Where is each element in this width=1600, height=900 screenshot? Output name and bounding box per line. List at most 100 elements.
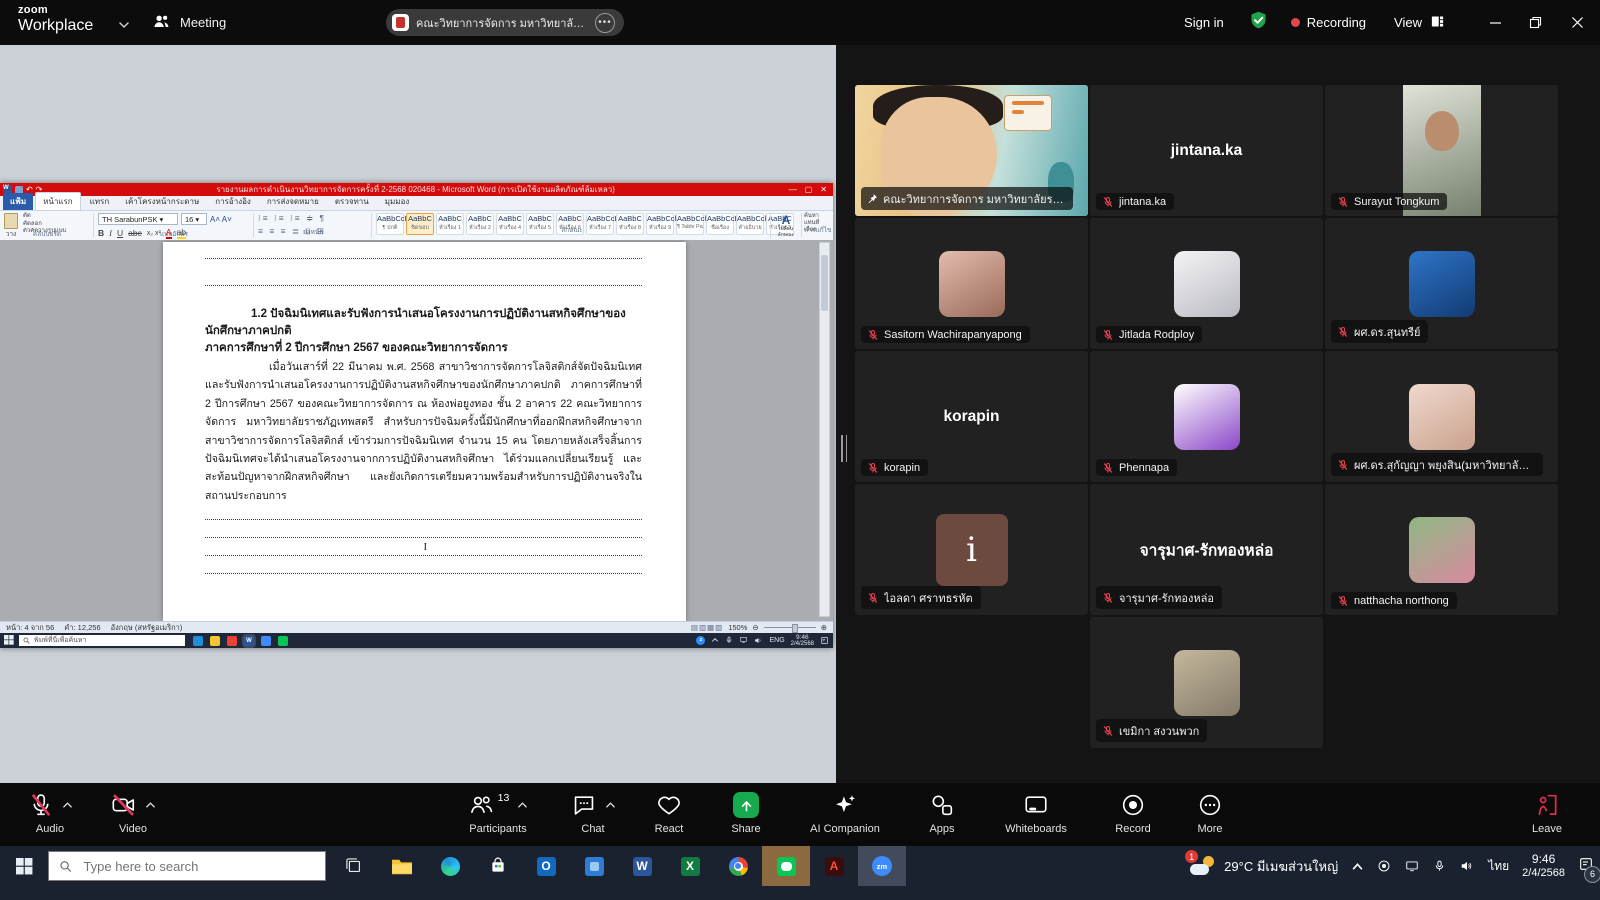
find-button[interactable]: ค้นหา (804, 213, 832, 220)
font-name-select[interactable]: TH SarabunPSK▾ (98, 213, 178, 225)
chat-chevron-up-icon[interactable] (605, 801, 616, 809)
word-tab-6[interactable]: ตรวจทาน (328, 193, 376, 210)
shared-tray-zoom-icon[interactable]: z (696, 636, 705, 645)
logo-chevron-down-icon[interactable] (118, 16, 130, 34)
view-mode-buttons[interactable]: ▤▥▦▧ (691, 623, 723, 632)
participants-chevron-up-icon[interactable] (517, 801, 528, 809)
replace-button[interactable]: แทนที่ (804, 220, 832, 227)
toolbar-ai-button[interactable]: AI Companion (796, 790, 894, 835)
tray-chevron-up-icon[interactable] (1351, 862, 1364, 871)
participant-tile-khemika[interactable]: เขมิกา สงวนพวก (1090, 617, 1323, 748)
toolbar-record-button[interactable]: Record (1104, 790, 1162, 835)
taskbar-app-edge[interactable] (426, 846, 474, 886)
participant-tile-korapin[interactable]: korapinkorapin (855, 351, 1088, 482)
tray-clock[interactable]: 9:46 2/4/2568 (1522, 852, 1565, 881)
shared-taskbar-app-chrome[interactable] (227, 636, 237, 646)
search-input[interactable] (81, 858, 315, 875)
shared-tray-display-icon[interactable] (739, 636, 748, 644)
weather-widget[interactable]: 1 29°C มีเมฆส่วนใหญ่ (1190, 855, 1338, 877)
taskbar-app-line[interactable] (762, 846, 810, 886)
taskbar-app-word[interactable]: W (618, 846, 666, 886)
meeting-title-tab[interactable]: คณะวิทยาการจัดการ มหาวิทยาลัยราชภั... ••… (386, 9, 624, 36)
tray-speaker-icon[interactable] (1459, 859, 1475, 873)
tray-language[interactable]: ไทย (1488, 857, 1509, 876)
zoom-slider[interactable] (764, 627, 816, 628)
shared-tray-speaker-icon[interactable] (754, 636, 763, 645)
taskbar-app-excel[interactable]: X (666, 846, 714, 886)
tray-record-icon[interactable] (1377, 859, 1391, 873)
taskbar-search-box[interactable] (48, 851, 326, 881)
zoom-in-button[interactable]: ⊕ (821, 623, 827, 632)
shared-taskbar-app-line[interactable] (278, 636, 288, 646)
audio-chevron-up-icon[interactable] (62, 801, 73, 809)
word-tab-3[interactable]: เค้าโครงหน้ากระดาษ (118, 193, 206, 210)
participant-tile-jintana[interactable]: jintana.kajintana.ka (1090, 85, 1323, 216)
recording-indicator[interactable]: Recording (1291, 15, 1366, 30)
shared-tray-notification-icon[interactable] (820, 636, 829, 645)
shared-tray-mic-icon[interactable] (725, 636, 733, 644)
participant-tile-host[interactable]: คณะวิทยาการจัดการ มหาวิทยาลัยราชภัฏ... (855, 85, 1088, 216)
tray-mic-icon[interactable] (1433, 859, 1446, 873)
participant-tile-surayut[interactable]: Surayut Tongkum (1325, 85, 1558, 216)
toolbar-whiteboards-button[interactable]: Whiteboards (990, 790, 1082, 835)
start-button[interactable] (0, 846, 48, 886)
toolbar-video-button[interactable]: Video (104, 790, 162, 835)
shared-search-box[interactable]: พิมพ์ที่นี่เพื่อค้นหา (19, 635, 185, 646)
toolbar-participants-button[interactable]: 13Participants (452, 790, 544, 835)
document-page[interactable]: 1.2 ปัจฉิมนิเทศและรับฟังการนำเสนอโครงงาน… (163, 242, 686, 621)
document-scrollbar[interactable] (819, 242, 830, 617)
word-tab-0[interactable]: แฟ้ม (3, 193, 33, 210)
status-language[interactable]: อังกฤษ (สหรัฐอเมริกา) (111, 622, 183, 634)
shared-taskbar-app-word[interactable]: W (244, 636, 254, 646)
participant-tile-sukanya[interactable]: ผศ.ดร.สุกัญญา พยุงสิน(มหาวิทยาลัยราชภ... (1325, 351, 1558, 482)
shared-tray-chevron-icon[interactable] (711, 637, 719, 643)
participant-tile-natthacha[interactable]: natthacha northong (1325, 484, 1558, 615)
shared-tray-language[interactable]: ENG (769, 637, 784, 644)
zoom-out-button[interactable]: ⊖ (752, 623, 758, 632)
security-shield-icon[interactable] (1248, 10, 1269, 36)
meeting-options-icon[interactable]: ••• (595, 13, 615, 33)
participant-tile-suntaree[interactable]: ผศ.ดร.สุนทรีย์ (1325, 218, 1558, 349)
taskbar-app-zoom[interactable]: zm (858, 846, 906, 886)
restore-button[interactable] (1515, 0, 1555, 45)
taskbar-app-appblue[interactable] (570, 846, 618, 886)
list-buttons[interactable]: ⁝≡ ⁝≡ ⁝≡ ≑ ¶ (258, 213, 368, 224)
word-restore-icon[interactable]: ▢ (805, 185, 813, 194)
toolbar-apps-button[interactable]: Apps (916, 790, 968, 835)
shared-taskbar-app-edge[interactable] (193, 636, 203, 646)
word-close-icon[interactable]: ✕ (820, 185, 827, 194)
taskbar-app-outlook[interactable]: O (522, 846, 570, 886)
word-minimize-icon[interactable]: — (789, 185, 797, 194)
font-size-select[interactable]: 16▾ (181, 213, 207, 225)
taskbar-app-taskview[interactable] (330, 846, 378, 886)
cut-button[interactable]: ตัด (23, 213, 75, 221)
word-tab-4[interactable]: การอ้างอิง (208, 193, 258, 210)
taskbar-app-acrobat[interactable]: A (810, 846, 858, 886)
view-button[interactable]: View (1394, 14, 1445, 32)
toolbar-share-button[interactable]: Share (718, 790, 774, 835)
word-tab-1[interactable]: หน้าแรก (35, 192, 81, 210)
shared-start-icon[interactable] (4, 632, 14, 650)
participant-tile-jitlada[interactable]: Jitlada Rodploy (1090, 218, 1323, 349)
word-tab-5[interactable]: การส่งจดหมาย (260, 193, 326, 210)
toolbar-audio-button[interactable]: Audio (22, 790, 78, 835)
tab-meeting[interactable]: Meeting (152, 0, 226, 45)
shared-taskbar-apps[interactable]: W (193, 636, 288, 646)
change-styles-button[interactable]: A เปลี่ยนลักษณะ (773, 213, 799, 238)
video-chevron-up-icon[interactable] (145, 801, 156, 809)
taskbar-app-store[interactable] (474, 846, 522, 886)
shared-taskbar-app-folder[interactable] (210, 636, 220, 646)
close-button[interactable] (1555, 0, 1600, 45)
sign-in-button[interactable]: Sign in (1184, 15, 1224, 30)
toolbar-more-button[interactable]: More (1184, 790, 1236, 835)
taskbar-app-chrome[interactable] (714, 846, 762, 886)
participant-tile-ailada[interactable]: iไอลดา ศราทธรหัต (855, 484, 1088, 615)
participant-tile-phennapa[interactable]: Phennapa (1090, 351, 1323, 482)
word-tab-2[interactable]: แทรก (83, 193, 117, 210)
taskbar-app-folder[interactable] (378, 846, 426, 886)
participant-tile-jarumas[interactable]: จารุมาศ-รักทองหล่อจารุมาศ-รักทองหล่อ (1090, 484, 1323, 615)
action-center-button[interactable]: 6 (1578, 856, 1594, 877)
minimize-button[interactable] (1475, 0, 1515, 45)
shared-taskbar-app-zoom[interactable] (261, 636, 271, 646)
copy-button[interactable]: คัดลอก (23, 221, 75, 229)
